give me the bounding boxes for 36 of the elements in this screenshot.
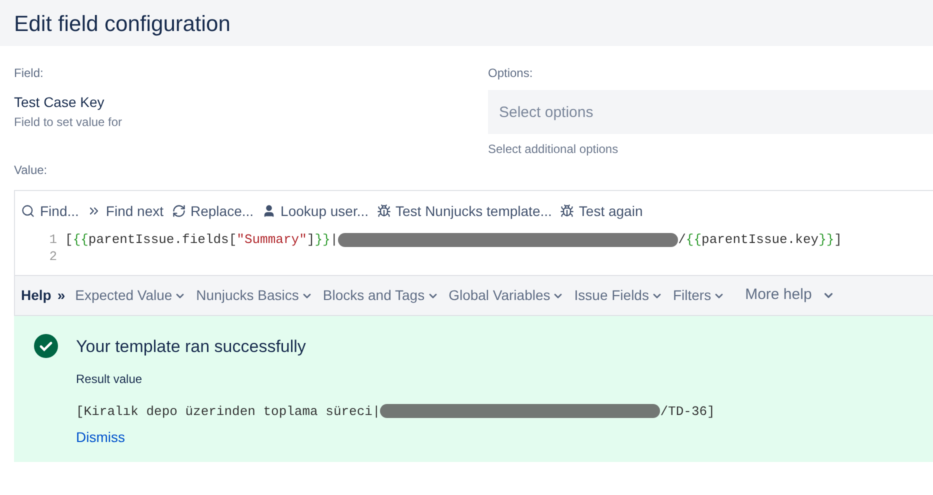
field-description: Field to set value for: [14, 114, 124, 131]
toolbar-button[interactable]: Find...: [21, 200, 79, 222]
code-line: [{{parentIssue.fields["Summary"]}}| /{{parentIssue.key}}]: [65, 231, 842, 248]
help-menu[interactable]: Global Variables: [448, 285, 564, 306]
help-menu[interactable]: Issue Fields: [574, 285, 663, 306]
line-number: 2: [48, 248, 58, 265]
value-label: Value:: [14, 163, 48, 177]
success-title: Your template ran successfully: [76, 336, 307, 358]
result-label: Result value: [76, 370, 144, 388]
toolbar-button[interactable]: Test again: [560, 200, 643, 222]
toolbar-button[interactable]: Find next: [86, 200, 164, 222]
search-icon: [21, 204, 35, 218]
options-label: Options:: [488, 65, 534, 82]
help-menu[interactable]: Nunjucks Basics: [196, 285, 313, 306]
options-hint: Select additional options: [488, 141, 620, 158]
person-icon: [262, 204, 276, 218]
check-circle-icon: [34, 334, 58, 358]
result-value: [Kiralık depo üzerinden toplama süreci| /TD-36]: [76, 402, 715, 420]
help-menu[interactable]: Filters: [672, 285, 726, 306]
more-help-menu[interactable]: More help: [745, 284, 835, 307]
toolbar-button[interactable]: Lookup user...: [262, 200, 368, 222]
help-menu[interactable]: Blocks and Tags: [322, 285, 439, 306]
refresh-icon: [172, 204, 186, 218]
toolbar-button[interactable]: Replace...: [172, 200, 254, 222]
dismiss-link[interactable]: Dismiss: [76, 427, 125, 448]
help-menu[interactable]: Expected Value: [75, 285, 186, 306]
bug-icon: [376, 204, 390, 218]
page-title: Edit field configuration: [14, 10, 230, 38]
help-label: Help: [21, 286, 52, 305]
bug-icon: [560, 204, 574, 218]
toolbar-button[interactable]: Test Nunjucks template...: [376, 200, 552, 222]
options-select[interactable]: Select options: [488, 90, 933, 134]
field-name: Test Case Key: [14, 93, 106, 112]
field-label: Field:: [14, 65, 44, 82]
arrows-glyph: »: [57, 286, 66, 305]
line-number: 1: [48, 231, 58, 248]
